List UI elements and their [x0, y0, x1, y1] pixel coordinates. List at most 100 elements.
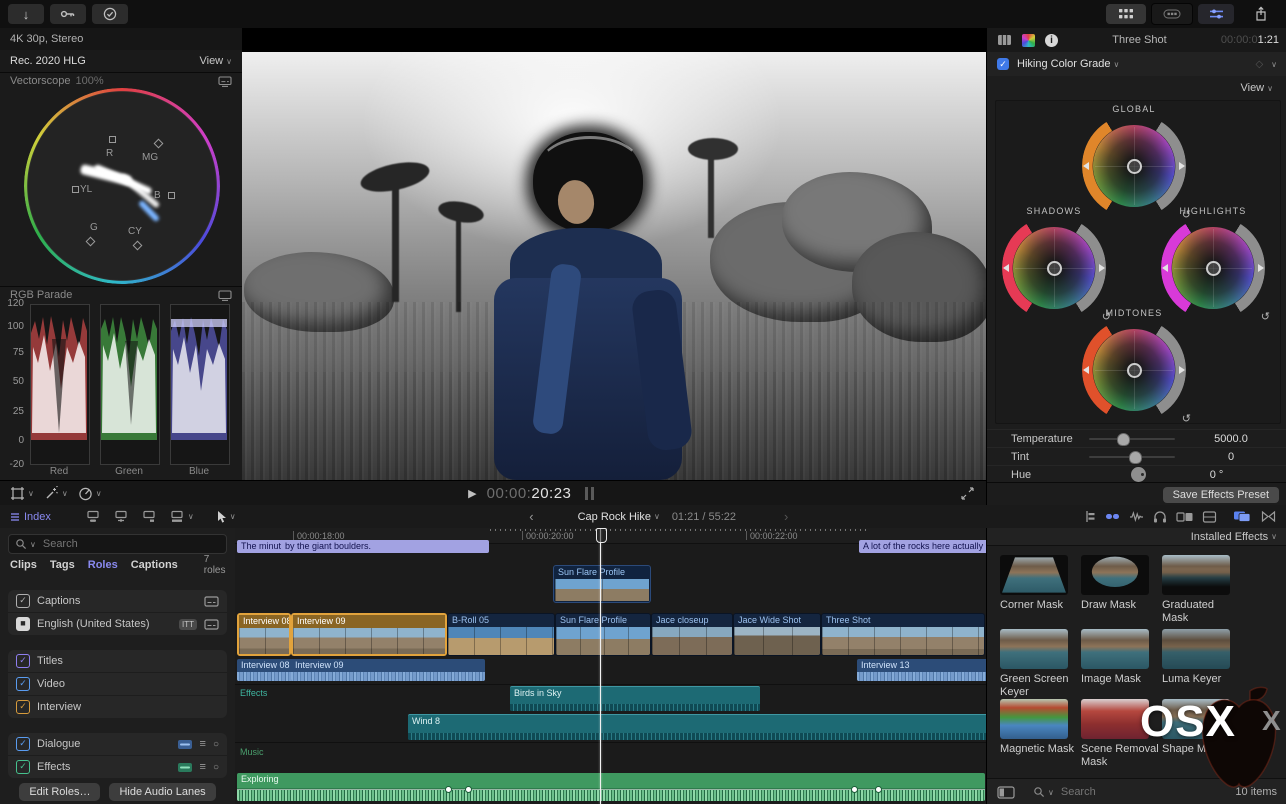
audio-clip-interview-09[interactable]: Interview 09: [291, 659, 485, 681]
role-checkbox[interactable]: ■: [16, 617, 30, 631]
wheel-reset-icon[interactable]: ↺: [1182, 412, 1191, 425]
inspector-toggle-button[interactable]: [1198, 4, 1234, 24]
caption-display-icon[interactable]: [204, 619, 219, 630]
wheel-reticle[interactable]: [1206, 261, 1221, 276]
effect-enable-checkbox[interactable]: ✓: [997, 58, 1009, 70]
volume-keyframe[interactable]: [445, 786, 452, 793]
index-search-input[interactable]: [41, 537, 220, 551]
timeline-display-icon[interactable]: [1202, 511, 1217, 523]
effect-menu-chevron[interactable]: ∨: [1114, 60, 1120, 69]
volume-keyframe[interactable]: [465, 786, 472, 793]
color-wheel-global[interactable]: ↺: [1082, 114, 1186, 218]
save-effects-preset-button[interactable]: Save Effects Preset: [1163, 487, 1279, 503]
previous-project-button[interactable]: ‹: [529, 509, 533, 524]
effects-sidebar-toggle-icon[interactable]: [997, 786, 1015, 799]
tab-clips[interactable]: Clips: [10, 559, 37, 571]
video-clip-interview-09[interactable]: Interview 09: [291, 613, 447, 656]
color-inspector-icon[interactable]: [1022, 34, 1035, 47]
video-inspector-icon[interactable]: [997, 34, 1012, 46]
effect-magnetic-mask[interactable]: Magnetic Mask: [1000, 699, 1080, 756]
next-project-button[interactable]: ›: [784, 509, 788, 524]
role-row-captions[interactable]: ✓ Captions: [8, 590, 227, 612]
temperature-slider[interactable]: [1089, 438, 1175, 440]
info-inspector-icon[interactable]: i: [1045, 34, 1058, 47]
audio-lane-icon[interactable]: [177, 762, 193, 773]
effect-image-mask[interactable]: Image Mask: [1081, 629, 1161, 686]
audio-waveform-icon[interactable]: [1129, 510, 1144, 523]
browser-grid-button[interactable]: [1106, 4, 1146, 24]
effect-draw-mask[interactable]: Draw Mask: [1081, 555, 1161, 612]
role-row-effects[interactable]: ✓ Effects ≡ ○: [8, 755, 227, 778]
playhead[interactable]: [600, 528, 601, 804]
role-row-interview[interactable]: ✓ Interview: [8, 695, 227, 718]
param-value[interactable]: 0 °: [1146, 469, 1286, 481]
subroles-icon[interactable]: ≡: [200, 738, 206, 750]
tab-roles[interactable]: Roles: [88, 559, 118, 571]
slider-thumb[interactable]: [1129, 451, 1142, 464]
select-tool-menu[interactable]: ∨: [216, 510, 236, 524]
subroles-icon[interactable]: ≡: [200, 761, 206, 773]
color-wheel-highlights[interactable]: ↺: [1161, 216, 1265, 320]
color-wheel-shadows[interactable]: ↺: [1002, 216, 1106, 320]
video-clip-three-shot[interactable]: Three Shot: [821, 613, 985, 656]
effect-green-screen-keyer[interactable]: Green Screen Keyer: [1000, 629, 1080, 699]
timeline[interactable]: 00:00:18:00 00:00:20:00 00:00:22:00 The …: [235, 528, 986, 804]
scope-display-icon[interactable]: [218, 290, 232, 301]
volume-line[interactable]: [237, 789, 985, 790]
scopes-view-menu[interactable]: View∨: [199, 55, 232, 67]
edit-roles-button[interactable]: Edit Roles…: [19, 783, 100, 801]
playhead-handle[interactable]: [596, 528, 607, 543]
wheel-reticle[interactable]: [1127, 159, 1142, 174]
project-menu[interactable]: Cap Rock Hike∨: [578, 511, 660, 523]
music-clip-exploring[interactable]: Exploring: [237, 773, 985, 801]
hue-dial[interactable]: [1131, 467, 1146, 482]
crop-tool-menu[interactable]: ∨: [10, 486, 34, 501]
effect-collapse-chevron[interactable]: ∨: [1271, 60, 1277, 69]
index-search[interactable]: ∨: [8, 534, 227, 554]
wheel-reset-icon[interactable]: ↺: [1261, 310, 1270, 323]
video-clip-jace-wide-shot[interactable]: Jace Wide Shot: [733, 613, 821, 656]
scope-display-icon[interactable]: [218, 76, 232, 87]
effects-browser-button[interactable]: [1233, 510, 1251, 523]
video-clip-jace-closeup[interactable]: Jace closeup: [651, 613, 733, 656]
connect-clip-icon[interactable]: [85, 510, 101, 523]
effects-clip-wind-8[interactable]: Wind 8: [408, 714, 986, 740]
color-wheel-midtones[interactable]: ↺: [1082, 318, 1186, 422]
role-row-video[interactable]: ✓ Video: [8, 672, 227, 695]
tab-tags[interactable]: Tags: [50, 559, 75, 571]
caption-clip[interactable]: by the giant boulders.: [281, 540, 489, 553]
audio-clip-interview-08[interactable]: Interview 08: [237, 659, 295, 681]
effects-clip-birds-in-sky[interactable]: Birds in Sky: [510, 686, 760, 711]
color-wheels-view-menu[interactable]: View∨: [1240, 82, 1273, 94]
effect-corner-mask[interactable]: Corner Mask: [1000, 555, 1080, 612]
audio-meter-bar[interactable]: [591, 487, 594, 500]
hide-audio-lanes-button[interactable]: Hide Audio Lanes: [109, 783, 215, 801]
role-checkbox[interactable]: ✓: [16, 737, 30, 751]
effect-luma-keyer[interactable]: Luma Keyer: [1162, 629, 1242, 686]
video-clip-sun-flare-profile[interactable]: Sun Flare Profile: [555, 613, 651, 656]
expand-viewer-icon[interactable]: [961, 487, 974, 500]
role-row-english-us[interactable]: ■ English (United States) ITT: [8, 612, 227, 635]
share-button[interactable]: [1246, 4, 1276, 24]
append-clip-icon[interactable]: [141, 510, 157, 523]
connected-clip-sun-flare[interactable]: Sun Flare Profile: [553, 565, 651, 603]
wheel-reticle[interactable]: [1127, 363, 1142, 378]
wheel-reticle[interactable]: [1047, 261, 1062, 276]
overwrite-clip-menu[interactable]: ∨: [169, 510, 194, 523]
video-clip-b-roll-05[interactable]: B-Roll 05: [447, 613, 555, 656]
param-value[interactable]: 0: [1175, 451, 1286, 463]
role-checkbox[interactable]: ✓: [16, 654, 30, 668]
transitions-browser-button[interactable]: [1261, 510, 1276, 523]
volume-keyframe[interactable]: [851, 786, 858, 793]
clip-appearance-icon[interactable]: [1176, 511, 1193, 523]
wheel-arrow-right[interactable]: [1179, 162, 1185, 170]
wheel-arrow-right[interactable]: [1179, 366, 1185, 374]
play-button[interactable]: ▶: [468, 487, 476, 500]
role-checkbox[interactable]: ✓: [16, 594, 30, 608]
wheel-arrow-left[interactable]: [1083, 366, 1089, 374]
focus-icon[interactable]: ○: [213, 739, 219, 750]
param-value[interactable]: 5000.0: [1175, 433, 1286, 445]
role-checkbox[interactable]: ✓: [16, 760, 30, 774]
audio-meter-bar[interactable]: [585, 487, 588, 500]
role-checkbox[interactable]: ✓: [16, 700, 30, 714]
